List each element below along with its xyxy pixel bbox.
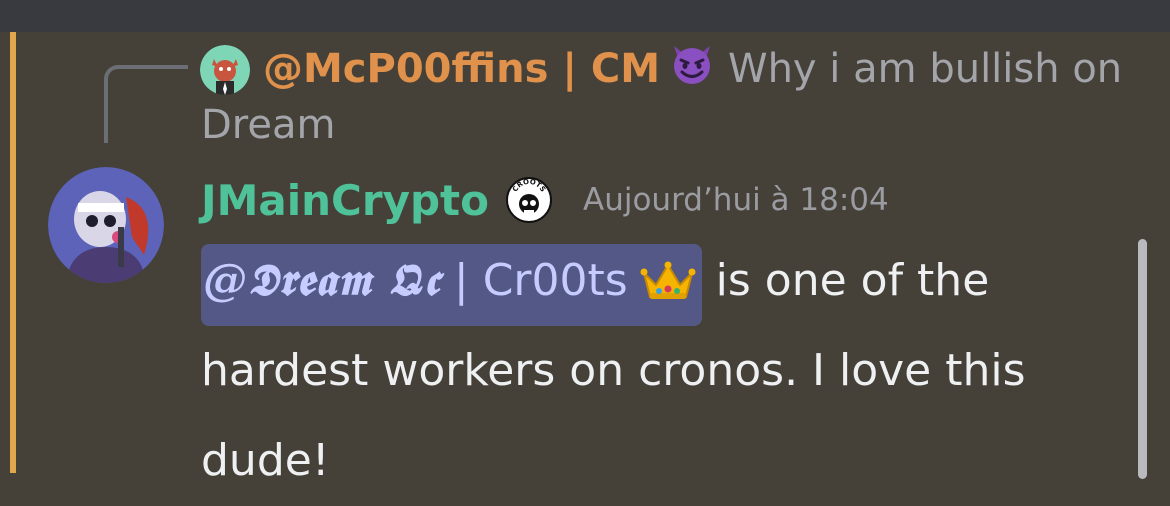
scrollbar-thumb[interactable] bbox=[1138, 239, 1147, 479]
reply-connector-line bbox=[104, 65, 188, 143]
message-header: JMainCrypto CROOTS Aujourd’hui à 18:04 bbox=[201, 170, 889, 230]
message-item[interactable]: @McP00ffins | CM Why i am bullish on Dre… bbox=[0, 32, 1170, 486]
masked-character-avatar-icon bbox=[48, 167, 164, 283]
smiling-imp-emoji-icon bbox=[668, 40, 716, 100]
crown-emoji-icon bbox=[640, 252, 696, 326]
reply-preview[interactable]: @McP00ffins | CM Why i am bullish on Dre… bbox=[201, 40, 1131, 150]
top-bar bbox=[0, 0, 1170, 32]
mention-fancy-name: @𝕯𝖗𝖊𝖆𝖒 𝕼𝖈 bbox=[203, 255, 440, 306]
reply-author-name[interactable]: @McP00ffins | CM bbox=[263, 46, 660, 92]
message-timestamp: Aujourd’hui à 18:04 bbox=[582, 182, 889, 218]
highlight-accent-bar bbox=[10, 32, 16, 473]
user-mention[interactable]: @𝕯𝖗𝖊𝖆𝖒 𝕼𝖈 | Cr00ts bbox=[201, 244, 702, 326]
croots-skull-badge-icon[interactable]: CROOTS bbox=[505, 176, 553, 224]
author-avatar[interactable] bbox=[48, 167, 164, 283]
author-name[interactable]: JMainCrypto bbox=[201, 176, 489, 225]
message-content: @𝕯𝖗𝖊𝖆𝖒 𝕼𝖈 | Cr00ts is one of the hardest… bbox=[201, 236, 1121, 506]
mention-plain-name: | Cr00ts bbox=[439, 255, 628, 306]
